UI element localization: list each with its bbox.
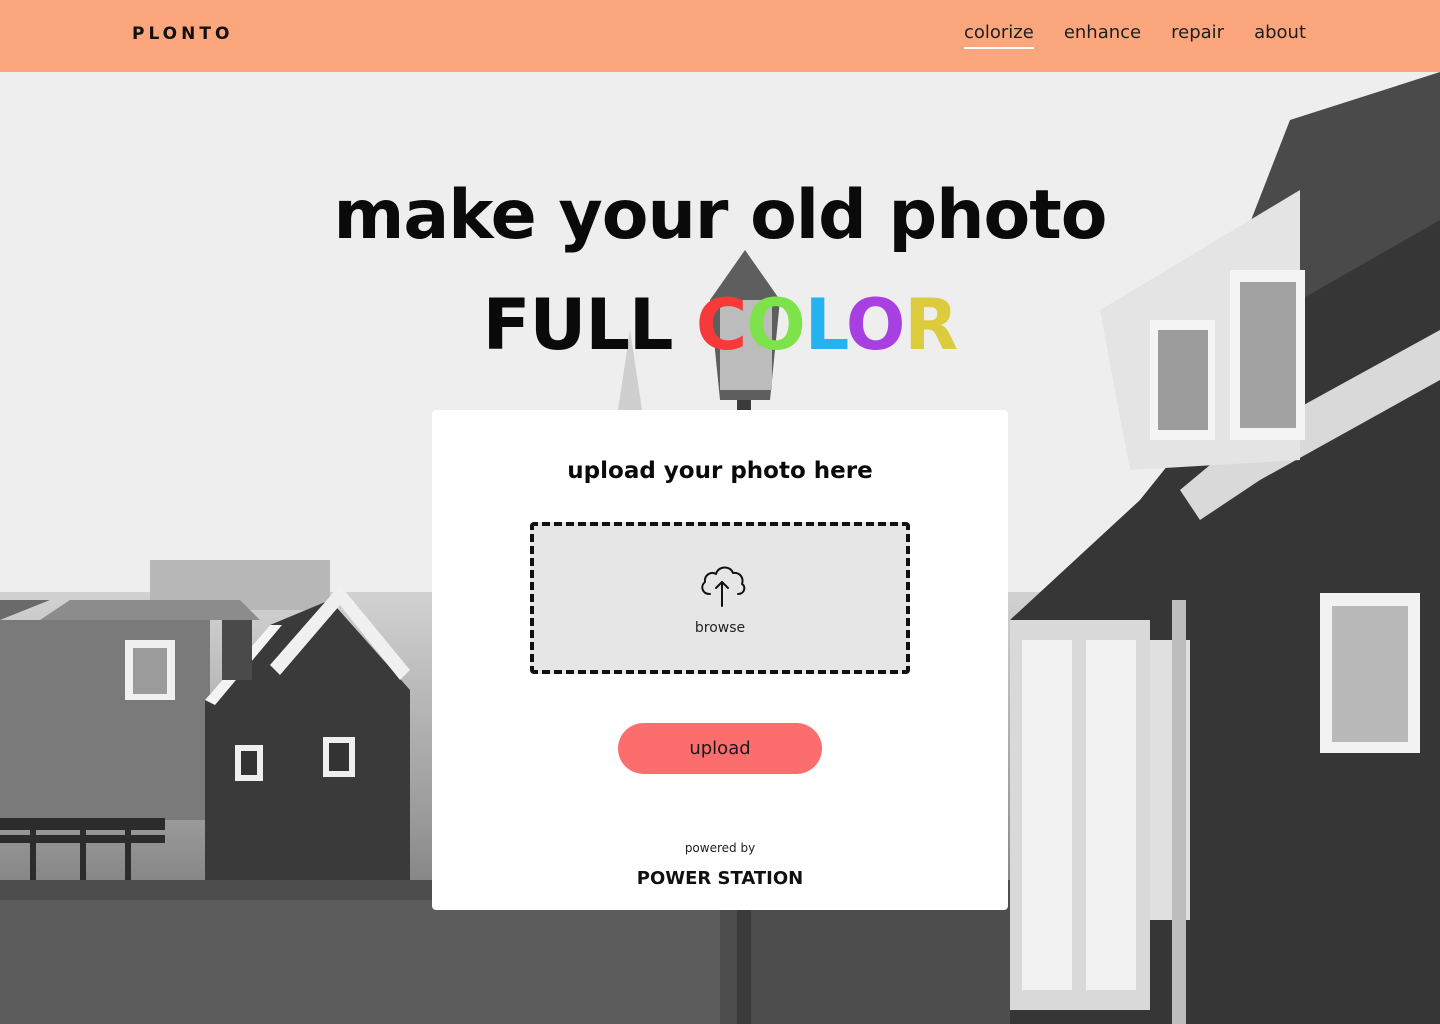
hero-full-word: FULL (482, 284, 674, 366)
color-letter-c: C (695, 284, 747, 366)
browse-label[interactable]: browse (534, 620, 906, 636)
nav-item-enhance[interactable]: enhance (1064, 22, 1141, 49)
color-letter-o: O (746, 284, 806, 366)
main-nav: colorize enhance repair about (963, 22, 1306, 49)
file-dropzone[interactable]: browse (530, 522, 910, 674)
top-header: PLONTO colorize enhance repair about (0, 0, 1440, 72)
color-letter-l: L (804, 284, 847, 366)
upload-card-title: upload your photo here (567, 458, 873, 484)
color-letter-r: R (904, 284, 958, 366)
color-letter-o-2: O (845, 284, 906, 366)
hero-title: make your old photo (333, 176, 1108, 255)
powered-by-label: powered by (684, 841, 756, 855)
hero-subtitle: FULL COLOR (0, 284, 1440, 366)
upload-button[interactable]: upload (618, 723, 822, 774)
nav-item-repair[interactable]: repair (1171, 22, 1224, 49)
power-station-brand: POWER STATION (636, 868, 804, 889)
cloud-upload-icon (701, 566, 746, 607)
nav-item-colorize[interactable]: colorize (963, 22, 1034, 49)
nav-item-about[interactable]: about (1254, 22, 1306, 49)
upload-card: upload your photo here browse upload pow… (432, 410, 1008, 910)
logo[interactable]: PLONTO (132, 24, 233, 44)
